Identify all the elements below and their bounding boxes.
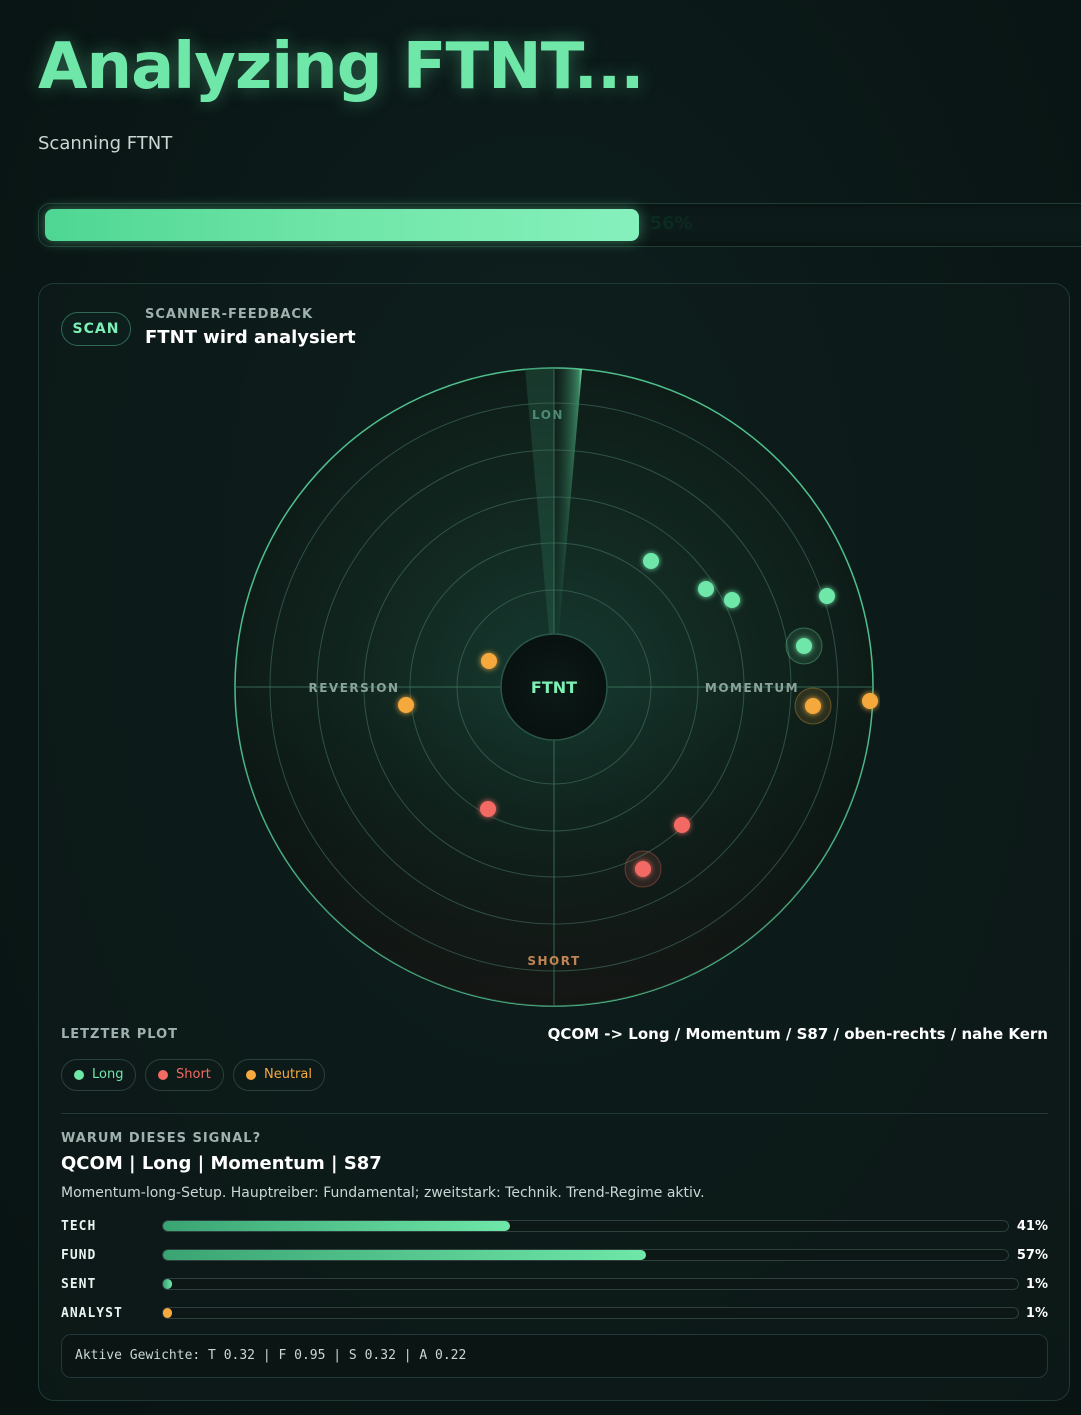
metric-fund-name: FUND (61, 1248, 97, 1263)
metric-fund-bar (162, 1249, 1009, 1261)
why-label: WARUM DIESES SIGNAL? (61, 1131, 262, 1146)
radar-chart: LON SHORT REVERSION MOMENTUM FTNT (234, 367, 878, 1007)
radar-point-long (643, 553, 659, 569)
metric-tech-name: TECH (61, 1219, 97, 1234)
radar-point-neutral (481, 653, 497, 669)
radar-point-long (698, 581, 714, 597)
legend-long-label: Long (92, 1067, 124, 1082)
legend-long-dot (74, 1070, 84, 1080)
why-title: QCOM | Long | Momentum | S87 (61, 1153, 382, 1174)
metric-analyst-value: 1% (1025, 1306, 1048, 1321)
radar-point-neutral (805, 698, 821, 714)
metric-fund-value: 57% (1016, 1248, 1048, 1263)
why-description: Momentum-long-Setup. Hauptreiber: Fundam… (61, 1185, 705, 1201)
scan-badge: SCAN (61, 312, 131, 346)
radar-point-short (674, 817, 690, 833)
metric-tech-value: 41% (1016, 1219, 1048, 1234)
radar-point-short (635, 861, 651, 877)
radar-point-neutral (862, 693, 878, 709)
axis-label-bottom: SHORT (527, 954, 580, 968)
metric-sent-fill (163, 1279, 172, 1289)
radar-point-long (819, 588, 835, 604)
legend-long: Long (61, 1059, 137, 1091)
scanner-feedback-title: FTNT wird analysiert (145, 327, 356, 348)
metric-sent-value: 1% (1025, 1277, 1048, 1292)
axis-label-right: MOMENTUM (705, 681, 799, 695)
metric-fund-fill (163, 1250, 646, 1260)
scanner-feedback-label: SCANNER-FEEDBACK (145, 307, 314, 322)
legend-short-label: Short (176, 1067, 211, 1082)
radar-point-short (480, 801, 496, 817)
radar-point-neutral (398, 697, 414, 713)
metric-sent-name: SENT (61, 1277, 97, 1292)
page-title: Analyzing FTNT... (38, 30, 645, 104)
progress-bar (38, 203, 1081, 247)
legend-short-dot (158, 1070, 168, 1080)
section-divider (61, 1113, 1048, 1114)
legend-neutral-label: Neutral (264, 1067, 312, 1082)
metric-tech-fill (163, 1221, 511, 1231)
legend-neutral-dot (246, 1070, 256, 1080)
radar-center-label: FTNT (531, 678, 577, 697)
legend-neutral: Neutral (233, 1059, 325, 1091)
metric-analyst-name: ANALYST (61, 1306, 123, 1321)
last-plot-label: LETZTER PLOT (61, 1027, 179, 1042)
radar-point-long (796, 638, 812, 654)
metric-analyst-bar (162, 1307, 1019, 1319)
axis-label-left: REVERSION (308, 681, 399, 695)
radar-point-long (724, 592, 740, 608)
last-plot-text: QCOM -> Long / Momentum / S87 / oben-rec… (547, 1025, 1048, 1043)
metric-tech-bar (162, 1220, 1009, 1232)
progress-fill (45, 209, 639, 241)
progress-label: 56% (649, 213, 693, 234)
active-weights: Aktive Gewichte: T 0.32 | F 0.95 | S 0.3… (61, 1334, 1048, 1378)
legend-short: Short (145, 1059, 224, 1091)
metric-analyst-fill (163, 1308, 172, 1318)
page-subtitle: Scanning FTNT (38, 133, 173, 154)
metric-sent-bar (162, 1278, 1019, 1290)
axis-label-top: LON (532, 408, 564, 422)
